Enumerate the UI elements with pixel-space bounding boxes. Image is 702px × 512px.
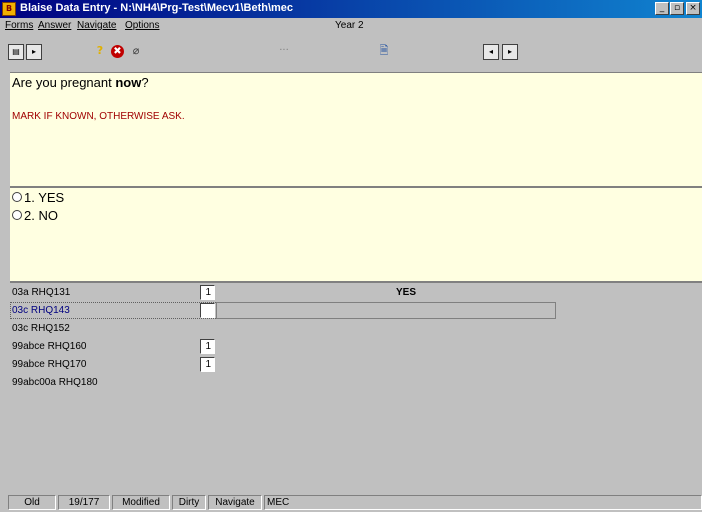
- app-window: B Blaise Data Entry - N:\NH4\Prg-Test\Me…: [0, 0, 702, 512]
- grid-row[interactable]: 99abc00a RHQ180: [10, 374, 702, 392]
- status-mode: Old: [8, 495, 56, 510]
- copy-icon[interactable]: ▤: [8, 44, 24, 60]
- field-name: 03a RHQ131: [12, 287, 71, 298]
- field-name: 03c RHQ152: [12, 323, 70, 334]
- menu-navigate[interactable]: Navigate: [77, 20, 116, 31]
- stop-icon[interactable]: ✖: [111, 45, 124, 58]
- grid-row[interactable]: 03c RHQ152: [10, 320, 702, 338]
- answer-pane: 1. YES 2. NO: [10, 186, 702, 281]
- menu-options[interactable]: Options: [125, 20, 159, 31]
- grid-row[interactable]: 03a RHQ131 1 YES: [10, 284, 702, 302]
- question-suffix: ?: [141, 75, 149, 90]
- field-value-cell[interactable]: 1: [200, 339, 215, 354]
- left-margin: [0, 72, 10, 281]
- interviewer-instruction: MARK IF KNOWN, OTHERWISE ASK.: [12, 111, 185, 122]
- window-title: Blaise Data Entry - N:\NH4\Prg-Test\Mecv…: [20, 2, 294, 14]
- close-icon[interactable]: ×: [686, 2, 700, 15]
- maximize-icon[interactable]: ▫: [670, 2, 684, 15]
- question-prefix: Are you pregnant: [12, 75, 116, 90]
- row-answer-box: [216, 302, 556, 319]
- status-dirty: Dirty: [172, 495, 206, 510]
- grid-row[interactable]: 99abce RHQ160 1: [10, 338, 702, 356]
- menu-options-label: Options: [125, 20, 160, 31]
- answer-label: 1. YES: [24, 190, 65, 205]
- blaise-app-icon[interactable]: B: [2, 2, 16, 16]
- field-value-cell[interactable]: 1: [200, 285, 215, 300]
- radio-icon[interactable]: [12, 192, 22, 202]
- menu-forms-label: Forms: [5, 20, 34, 31]
- title-bar: B Blaise Data Entry - N:\NH4\Prg-Test\Me…: [0, 0, 702, 18]
- prev-page-icon[interactable]: ◂: [483, 44, 499, 60]
- answer-label: 2. NO: [24, 208, 58, 223]
- field-answer-text: YES: [396, 287, 417, 298]
- radio-icon[interactable]: [12, 210, 22, 220]
- separator-dots: ···: [279, 45, 289, 56]
- field-value-cell[interactable]: [200, 303, 215, 318]
- help-icon[interactable]: ?: [92, 44, 108, 60]
- menu-answer[interactable]: Answer: [38, 20, 71, 31]
- question-pane: Are you pregnant now? MARK IF KNOWN, OTH…: [10, 72, 702, 186]
- find-icon[interactable]: 🗎: [376, 44, 392, 60]
- field-name: 03c RHQ143: [12, 305, 70, 316]
- grid-row[interactable]: 99abce RHQ170 1: [10, 356, 702, 374]
- field-name: 99abce RHQ160: [12, 341, 87, 352]
- grid-row-active[interactable]: 03c RHQ143: [10, 302, 702, 320]
- question-emphasis: now: [115, 75, 142, 90]
- paperclip-icon[interactable]: ⌀: [128, 44, 144, 60]
- minimize-icon[interactable]: _: [655, 2, 669, 15]
- menu-navigate-label: Navigate: [77, 20, 117, 31]
- field-name: 99abc00a RHQ180: [12, 377, 98, 388]
- field-name: 99abce RHQ170: [12, 359, 87, 370]
- menu-forms[interactable]: Forms: [5, 20, 33, 31]
- form-next-icon[interactable]: ▸: [26, 44, 42, 60]
- status-position: 19/177: [58, 495, 110, 510]
- menu-answer-label: Answer: [38, 20, 72, 31]
- context-label: Year 2: [335, 20, 364, 31]
- status-modified: Modified: [112, 495, 170, 510]
- field-grid: 03a RHQ131 1 YES 03c RHQ143 03c RHQ152 9…: [10, 281, 702, 491]
- answer-option-yes[interactable]: 1. YES: [12, 190, 64, 205]
- status-station: MEC: [264, 495, 702, 510]
- status-navigate: Navigate: [208, 495, 262, 510]
- question-text: Are you pregnant now?: [12, 75, 149, 90]
- next-page-icon[interactable]: ▸: [502, 44, 518, 60]
- answer-option-no[interactable]: 2. NO: [12, 208, 58, 223]
- menu-bar: Forms Answer Navigate Options Year 2: [0, 18, 702, 34]
- field-value-cell[interactable]: 1: [200, 357, 215, 372]
- status-bar: Old 19/177 Modified Dirty Navigate MEC: [0, 493, 702, 512]
- toolbar: ▤ ▸ ? ✖ ⌀ ··· 🗎 ◂ ▸: [0, 34, 702, 72]
